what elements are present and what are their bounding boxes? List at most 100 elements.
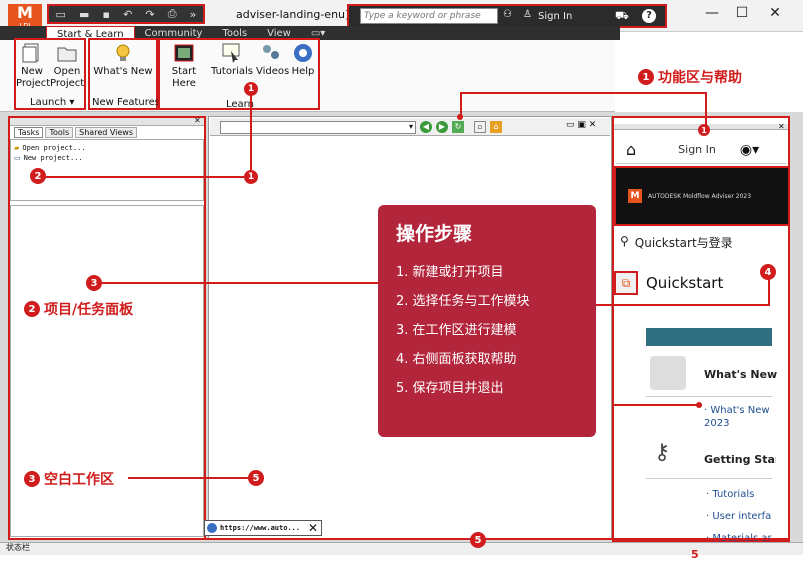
- cart-icon[interactable]: ⛟: [615, 9, 629, 24]
- new-project-label: New Project: [16, 66, 51, 89]
- leader-line-3: [100, 282, 380, 284]
- forward-icon[interactable]: ▶: [436, 121, 448, 133]
- open-folder-small-icon: ▰: [14, 144, 20, 152]
- redo-icon[interactable]: ↷: [145, 8, 154, 21]
- leader-line-5-bottom: [8, 538, 790, 540]
- close-tab-icon[interactable]: ✕: [308, 521, 318, 535]
- list-item[interactable]: ▭ New project...: [14, 154, 200, 162]
- left-panel-header: [10, 118, 204, 126]
- marker-5-status: 5: [470, 532, 486, 548]
- right-sign-in[interactable]: Sign In: [678, 143, 716, 156]
- launch-group-label[interactable]: Launch ▾: [30, 97, 74, 108]
- start-here-label: Start Here: [171, 66, 197, 89]
- refresh-icon[interactable]: ↻: [452, 121, 464, 133]
- more-icon[interactable]: »: [190, 8, 197, 21]
- right-divider-2: [646, 478, 772, 479]
- start-here-button[interactable]: Start Here: [160, 42, 208, 90]
- videos-button[interactable]: Videos: [256, 42, 290, 78]
- whats-new-2023-link[interactable]: · What's New 2023: [704, 404, 776, 430]
- product-banner: M AUTODESK Moldflow Adviser 2023: [614, 166, 790, 226]
- search-input[interactable]: Type a keyword or phrase: [360, 8, 498, 24]
- marker-1-left: 1: [244, 170, 258, 184]
- open-folder-large-icon: [57, 47, 77, 62]
- callout-3-num: 3: [24, 471, 40, 487]
- list-item[interactable]: ▰ Open project...: [14, 144, 200, 152]
- tab-tasks[interactable]: Tasks: [14, 127, 44, 138]
- maximize-button[interactable]: ☐: [730, 4, 754, 22]
- open-project-button[interactable]: Open Project: [50, 42, 84, 90]
- close-button[interactable]: ✕: [763, 4, 787, 22]
- quickstart-search[interactable]: ⚲ Quickstart与登录: [620, 234, 733, 251]
- step-5: 5. 保存项目并退出: [396, 381, 504, 396]
- right-panel-close-icon[interactable]: ✕: [778, 122, 785, 131]
- callout-2-num: 2: [24, 301, 40, 317]
- tutorials-link[interactable]: · Tutorials: [706, 488, 754, 501]
- whats-new-image: [650, 356, 686, 390]
- new-features-group-label: New Features: [92, 97, 160, 108]
- window-title: adviser-landing-enu]: [236, 8, 350, 21]
- leader-line-right-panel: [612, 404, 702, 406]
- whats-new-section-title: What's New: [704, 368, 778, 381]
- globe-help-icon: [294, 44, 312, 62]
- leader-line-1: [460, 92, 706, 94]
- steps-card: 操作步骤 1. 新建或打开项目 2. 选择任务与工作模块 3. 在工作区进行建模…: [378, 205, 596, 437]
- quickstart-search-label: Quickstart与登录: [634, 236, 733, 250]
- step-2: 2. 选择任务与工作模块: [396, 294, 530, 309]
- browser-tab[interactable]: https://www.auto... ✕: [204, 520, 322, 536]
- tab-panel-tools[interactable]: Tools: [45, 127, 74, 138]
- film-icon: [174, 44, 194, 62]
- cursor-board-icon: [222, 43, 240, 63]
- marker-1-right: 1: [698, 124, 710, 136]
- step-1: 1. 新建或打开项目: [396, 265, 504, 280]
- whats-new-button[interactable]: What's New: [92, 42, 154, 78]
- browser-url: https://www.auto...: [220, 524, 301, 532]
- teal-bar: [646, 328, 772, 346]
- callout-project-panel: 2 项目/任务面板: [24, 299, 133, 319]
- back-icon[interactable]: ◀: [420, 121, 432, 133]
- left-panel-close-icon[interactable]: ✕: [194, 116, 201, 125]
- leader-line-5: [128, 477, 254, 479]
- right-divider-1: [646, 396, 772, 397]
- new-project-button[interactable]: New Project: [16, 42, 51, 90]
- print-icon[interactable]: ⎙: [168, 7, 177, 21]
- globe-lang-icon[interactable]: ◉▾: [740, 142, 759, 158]
- user-icon: ♙: [523, 9, 532, 20]
- marker-4: 4: [760, 264, 776, 280]
- quickstart-label: Quickstart: [646, 274, 724, 292]
- new-project-item-label: New project...: [23, 154, 83, 162]
- tab-shared-views[interactable]: Shared Views: [75, 127, 138, 138]
- new-file-icon[interactable]: ▭: [56, 8, 66, 21]
- open-project-label: Open Project: [50, 66, 85, 89]
- help-icon[interactable]: ?: [642, 9, 656, 23]
- open-folder-icon[interactable]: ▬: [79, 8, 89, 21]
- undo-icon[interactable]: ↶: [123, 8, 132, 21]
- materials-link[interactable]: · Materials ar: [706, 532, 772, 542]
- save-icon[interactable]: ▪: [103, 8, 110, 21]
- new-doc-small-icon: ▭: [14, 154, 21, 162]
- open-project-item-label: Open project...: [22, 144, 86, 152]
- sign-in-link[interactable]: Sign In: [538, 11, 572, 22]
- globe-icon: [207, 523, 217, 533]
- help-ribbon-button[interactable]: Help: [288, 42, 318, 78]
- user-interface-link[interactable]: · User interfa: [706, 510, 772, 523]
- minimize-button[interactable]: —: [700, 4, 724, 22]
- steps-title: 操作步骤: [396, 223, 473, 245]
- callout-2-label: 项目/任务面板: [44, 302, 134, 318]
- tutorials-button[interactable]: Tutorials: [210, 42, 254, 78]
- new-project-icon: [22, 43, 39, 63]
- videos-label: Videos: [256, 66, 290, 77]
- marker-5-right: 5: [691, 548, 699, 561]
- search-icon: ⚲: [620, 234, 629, 248]
- banner-logo-icon: M: [628, 189, 642, 203]
- leader-line-2: [40, 176, 246, 178]
- home-icon[interactable]: ⌂: [626, 140, 636, 159]
- home-browser-icon[interactable]: ⌂: [490, 121, 502, 133]
- center-window-controls[interactable]: ▭ ▣ ✕: [566, 120, 596, 130]
- screenshot-root: M LDI ▭ ▬ ▪ ↶ ↷ ⎙ » adviser-landing-enu]…: [0, 0, 803, 565]
- callout-workspace: 3 空白工作区: [24, 469, 114, 489]
- step-3: 3. 在工作区进行建模: [396, 323, 517, 338]
- stop-icon[interactable]: ▫: [474, 121, 486, 133]
- marker-2: 2: [30, 168, 46, 184]
- lightbulb-icon: [116, 44, 130, 61]
- binoculars-icon[interactable]: ⚇: [503, 9, 512, 20]
